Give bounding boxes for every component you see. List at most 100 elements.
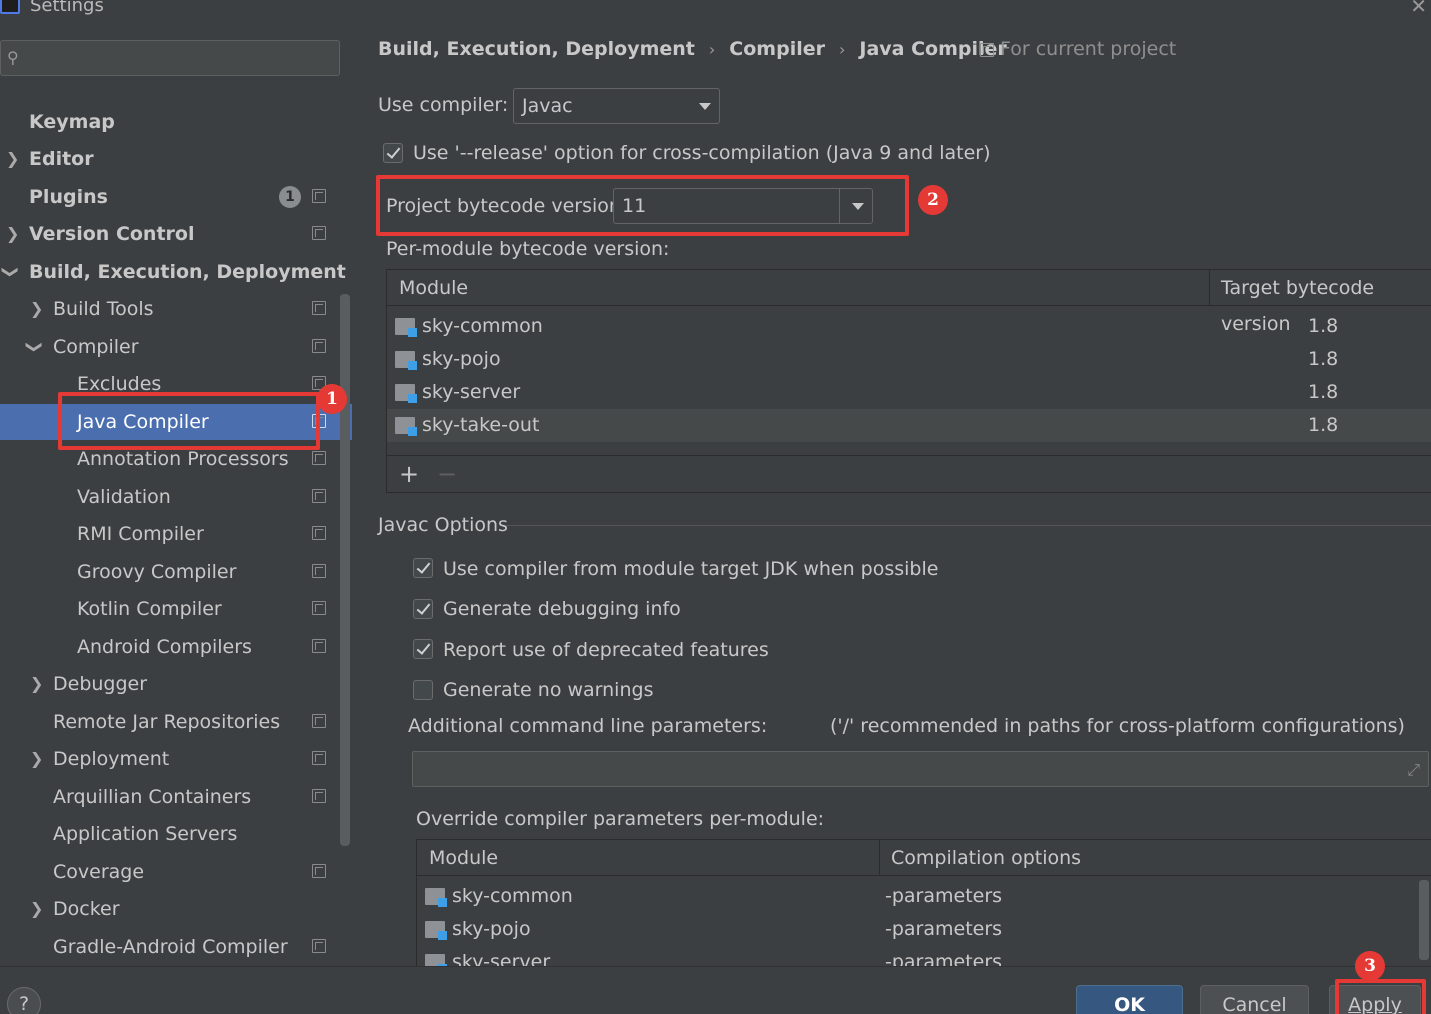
use-module-jdk-checkbox[interactable] (413, 558, 433, 578)
chevron-right-icon[interactable]: ❯ (6, 216, 19, 252)
sidebar-scrollbar[interactable] (340, 294, 350, 846)
sidebar-item-label: Gradle-Android Compiler (53, 936, 288, 958)
sidebar-item-application-servers[interactable]: Application Servers (0, 816, 352, 852)
use-module-jdk-label: Use compiler from module target JDK when… (443, 558, 939, 580)
chevron-right-icon[interactable]: ❯ (30, 741, 43, 777)
cancel-button[interactable]: Cancel (1200, 985, 1309, 1014)
generate-debug-info-checkbox[interactable] (413, 599, 433, 619)
table-row[interactable]: sky-pojo 1.8 (387, 343, 1431, 376)
use-compiler-select[interactable]: Javac (513, 88, 720, 124)
column-header-target-version[interactable]: Target bytecode version (1221, 270, 1431, 335)
sidebar-item-keymap[interactable]: Keymap (0, 104, 352, 140)
use-compiler-label: Use compiler: (378, 94, 509, 116)
project-scope-icon (312, 751, 326, 765)
table-scrollbar[interactable] (1419, 880, 1429, 960)
sidebar-item-label: Android Compilers (77, 636, 252, 658)
chevron-right-icon[interactable]: ❯ (30, 291, 43, 327)
project-scope-icon (312, 564, 326, 578)
window-title: Settings (30, 0, 104, 16)
no-warnings-checkbox[interactable] (413, 680, 433, 700)
compilation-options: -parameters (885, 918, 1003, 940)
plugins-update-badge: 1 (279, 186, 301, 208)
sidebar-item-kotlin-compiler[interactable]: Kotlin Compiler (0, 591, 352, 627)
release-option-checkbox[interactable] (383, 143, 403, 163)
sidebar-item-compiler[interactable]: ❯ Compiler (0, 329, 352, 365)
for-current-project: For current project (980, 38, 1176, 60)
close-icon[interactable]: ✕ (1410, 0, 1427, 18)
chevron-down-icon[interactable]: ❯ (0, 265, 29, 278)
project-scope-icon (312, 189, 326, 203)
module-folder-icon (395, 384, 417, 403)
sidebar-item-label: Remote Jar Repositories (53, 711, 281, 733)
sidebar-item-deployment[interactable]: ❯ Deployment (0, 741, 352, 777)
annotation-marker-3: 3 (1355, 951, 1385, 981)
breadcrumb-item[interactable]: Build, Execution, Deployment (378, 38, 695, 60)
chevron-right-icon[interactable]: ❯ (6, 141, 19, 177)
column-header-module[interactable]: Module (429, 840, 498, 876)
dropdown-arrow-icon (699, 103, 711, 110)
sidebar-item-docker[interactable]: ❯ Docker (0, 891, 352, 927)
sidebar-item-label: Build Tools (53, 298, 154, 320)
chevron-right-icon[interactable]: ❯ (30, 891, 43, 927)
ok-button[interactable]: OK (1076, 985, 1183, 1014)
sidebar-item-build-tools[interactable]: ❯ Build Tools (0, 291, 352, 327)
help-button[interactable]: ? (7, 987, 41, 1014)
sidebar-item-gradle-android-compiler[interactable]: Gradle-Android Compiler (0, 929, 352, 965)
module-folder-icon (425, 921, 447, 940)
sidebar-item-plugins[interactable]: Plugins 1 (0, 179, 352, 215)
sidebar-item-label: Editor (29, 148, 94, 170)
sidebar-item-label: Validation (77, 486, 171, 508)
report-deprecated-checkbox[interactable] (413, 639, 433, 659)
annotation-marker-2: 2 (918, 185, 948, 215)
sidebar-item-validation[interactable]: Validation (0, 479, 352, 515)
module-folder-icon (395, 318, 417, 337)
additional-params-input[interactable]: ⤢ (412, 751, 1429, 787)
sidebar-item-android-compilers[interactable]: Android Compilers (0, 629, 352, 665)
expand-icon[interactable]: ⤢ (1407, 760, 1420, 780)
column-header-compilation-options[interactable]: Compilation options (891, 840, 1081, 876)
title-bar: Settings ✕ (0, 0, 1431, 18)
chevron-down-icon[interactable]: ❯ (17, 340, 53, 353)
app-icon (0, 0, 20, 14)
module-name: sky-server (452, 951, 551, 966)
sidebar-item-editor[interactable]: ❯ Editor (0, 141, 352, 177)
additional-params-label: Additional command line parameters: (408, 715, 768, 737)
sidebar-item-version-control[interactable]: ❯ Version Control (0, 216, 352, 252)
report-deprecated-label: Report use of deprecated features (443, 639, 769, 661)
sidebar-item-label: Application Servers (53, 823, 238, 845)
highlight-bytecode-version (376, 175, 909, 236)
override-params-label: Override compiler parameters per-module: (416, 808, 825, 830)
sidebar-item-groovy-compiler[interactable]: Groovy Compiler (0, 554, 352, 590)
sidebar-item-rmi-compiler[interactable]: RMI Compiler (0, 516, 352, 552)
additional-params-hint: ('/' recommended in paths for cross-plat… (830, 715, 1405, 737)
sidebar-item-coverage[interactable]: Coverage (0, 854, 352, 890)
override-params-table: Module Compilation options sky-common -p… (416, 839, 1431, 966)
breadcrumb-item[interactable]: Compiler (729, 38, 825, 60)
breadcrumb-separator: › (708, 40, 716, 59)
sidebar-item-label: Kotlin Compiler (77, 598, 222, 620)
search-input[interactable]: ⚲ (0, 40, 340, 76)
table-row[interactable]: sky-pojo -parameters (417, 913, 1431, 946)
table-row[interactable]: sky-common -parameters (417, 880, 1431, 913)
module-folder-icon (395, 351, 417, 370)
column-header-module[interactable]: Module (399, 270, 468, 306)
sidebar-item-arquillian-containers[interactable]: Arquillian Containers (0, 779, 352, 815)
project-scope-icon (312, 339, 326, 353)
table-row[interactable]: sky-server 1.8 (387, 376, 1431, 409)
project-scope-icon (312, 451, 326, 465)
table-row[interactable]: sky-common 1.8 (387, 310, 1431, 343)
module-target-version: 1.8 (1308, 414, 1339, 436)
remove-module-button[interactable]: − (437, 460, 457, 488)
sidebar-item-debugger[interactable]: ❯ Debugger (0, 666, 352, 702)
module-name: sky-pojo (452, 918, 531, 940)
dialog-footer: ? OK Cancel Apply (0, 966, 1431, 1014)
sidebar-item-build-execution-deployment[interactable]: ❯ Build, Execution, Deployment (0, 254, 352, 290)
compilation-options: -parameters (885, 951, 1003, 966)
table-row[interactable]: sky-server -parameters (417, 946, 1431, 966)
add-module-button[interactable]: + (399, 460, 419, 488)
chevron-right-icon[interactable]: ❯ (30, 666, 43, 702)
table-header: Module Compilation options (417, 840, 1431, 876)
project-scope-icon (312, 489, 326, 503)
sidebar-item-remote-jar-repositories[interactable]: Remote Jar Repositories (0, 704, 352, 740)
table-row[interactable]: sky-take-out 1.8 (387, 409, 1431, 442)
